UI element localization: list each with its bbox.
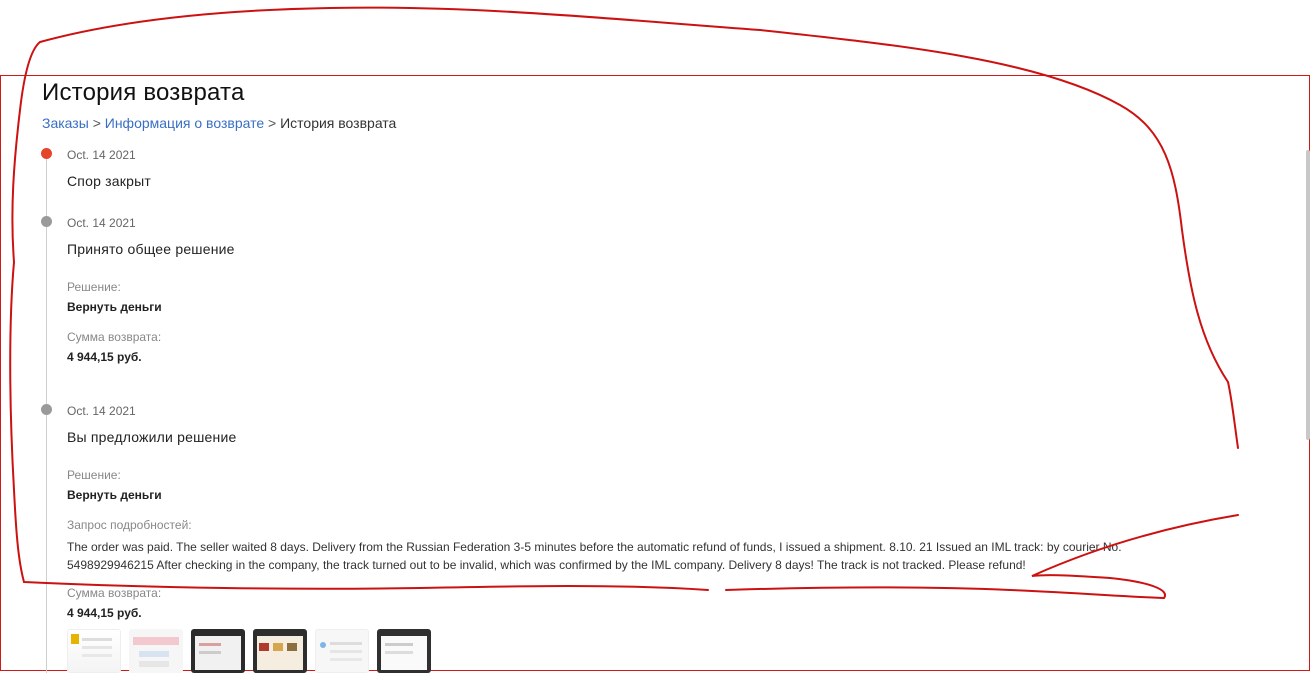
event-title: Принято общее решение — [67, 241, 235, 257]
attachment-thumbnail[interactable] — [377, 629, 431, 673]
refund-amount-label: Сумма возврата: — [67, 586, 162, 600]
decision-label: Решение: — [67, 468, 121, 482]
breadcrumb-orders-link[interactable]: Заказы — [42, 115, 89, 131]
breadcrumb-current: История возврата — [280, 115, 397, 131]
breadcrumb-separator: > — [92, 115, 101, 131]
details-request-text: The order was paid. The seller waited 8 … — [67, 540, 1122, 572]
details-request-label: Запрос подробностей: — [67, 518, 192, 532]
timeline-dot — [41, 216, 52, 227]
attachment-thumbnail[interactable] — [315, 629, 369, 673]
breadcrumb-refund-info-link[interactable]: Информация о возврате — [105, 115, 264, 131]
timeline-dot — [41, 404, 52, 415]
event-date: Oct. 14 2021 — [67, 148, 136, 162]
scrollbar[interactable] — [1306, 150, 1310, 440]
attachment-thumbnail[interactable] — [67, 629, 121, 673]
decision-label: Решение: — [67, 280, 121, 294]
event-title: Спор закрыт — [67, 173, 151, 189]
event-date: Oct. 14 2021 — [67, 216, 136, 230]
event-date: Oct. 14 2021 — [67, 404, 136, 418]
refund-amount-value: 4 944,15 руб. — [67, 350, 142, 364]
timeline-line — [46, 158, 47, 673]
attachment-thumbnail[interactable] — [129, 629, 183, 673]
refund-amount-label: Сумма возврата: — [67, 330, 162, 344]
attachment-thumbnail[interactable] — [191, 629, 245, 673]
attachment-thumbnail[interactable] — [253, 629, 307, 673]
page-title: История возврата — [42, 79, 245, 106]
attachment-thumbnails — [67, 629, 431, 673]
decision-value: Вернуть деньги — [67, 300, 162, 314]
breadcrumb: Заказы > Информация о возврате > История… — [42, 115, 396, 131]
breadcrumb-separator: > — [268, 115, 277, 131]
timeline-dot-active — [41, 148, 52, 159]
event-title: Вы предложили решение — [67, 429, 237, 445]
decision-value: Вернуть деньги — [67, 488, 162, 502]
refund-amount-value: 4 944,15 руб. — [67, 606, 142, 620]
content-frame — [0, 75, 1310, 671]
refund-history-page: История возврата Заказы > Информация о в… — [0, 0, 1312, 673]
